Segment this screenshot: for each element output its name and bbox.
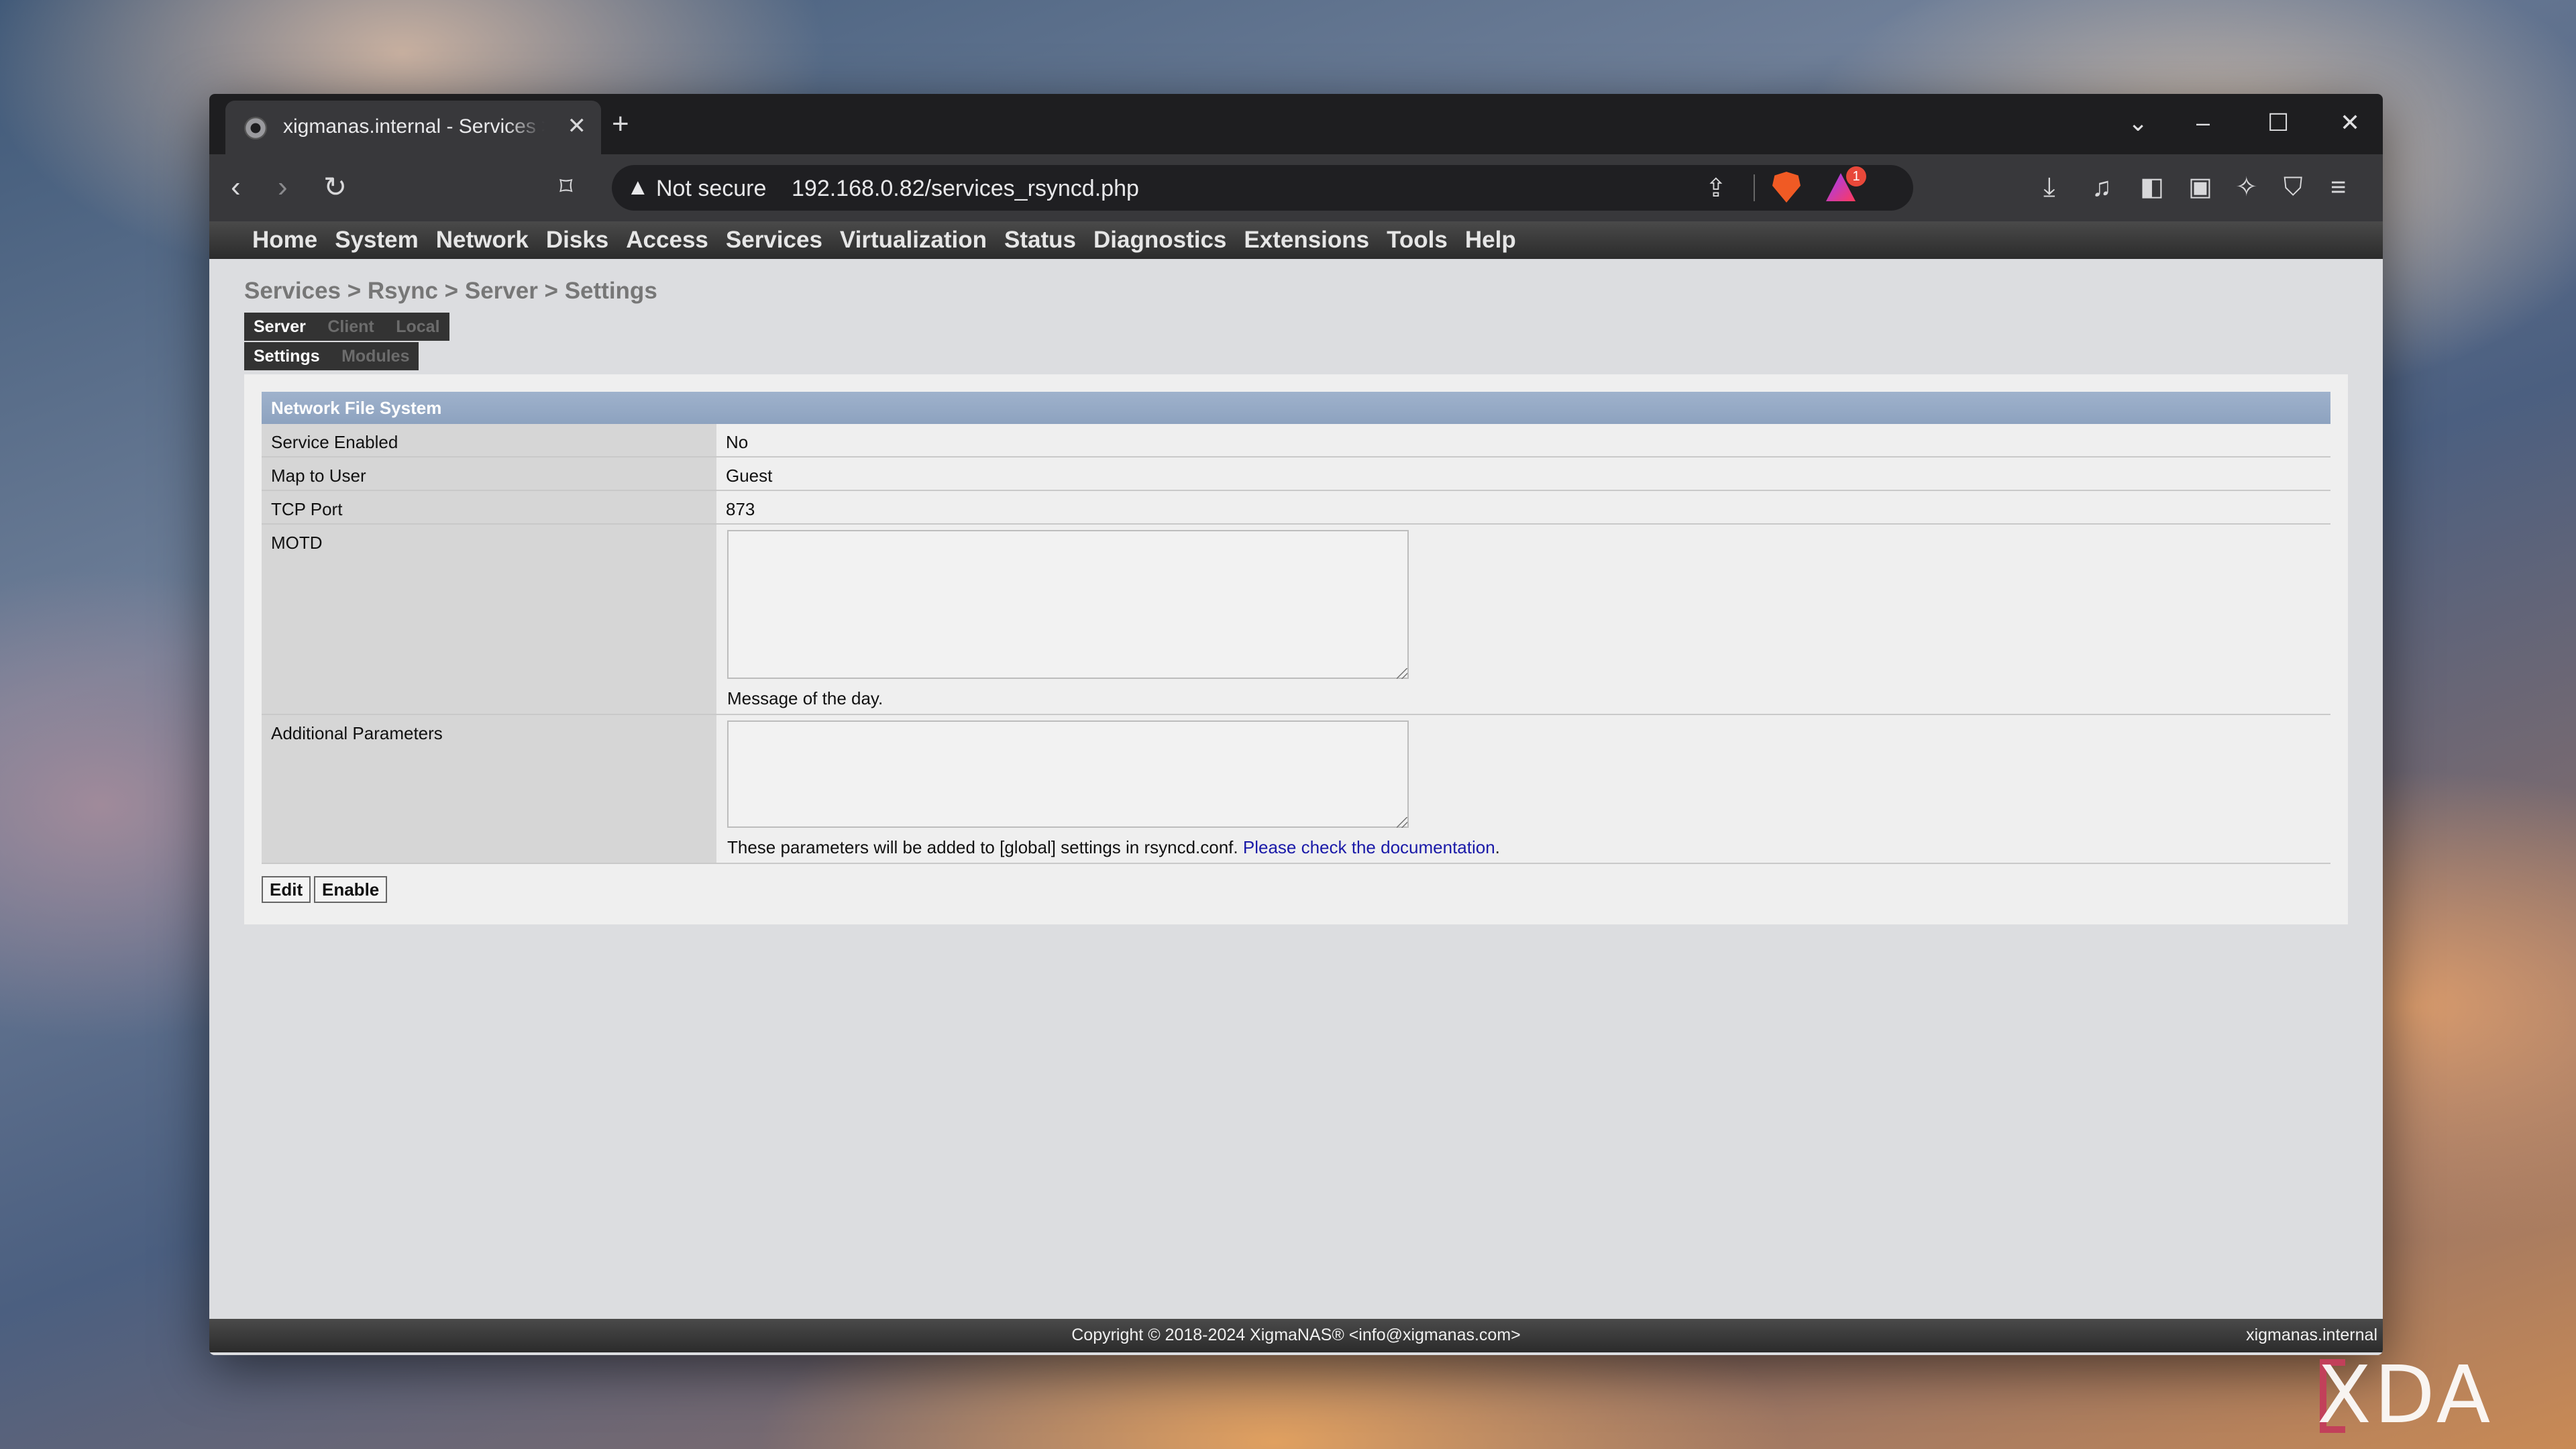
reload-icon[interactable]: ↻ [323, 168, 347, 207]
additional-parameters-label: Additional Parameters [271, 723, 443, 743]
xda-watermark: XDA [2317, 1348, 2493, 1441]
map-to-user-value: Guest [726, 466, 773, 486]
footer-copyright: Copyright © 2018-2024 XigmaNAS® <info@xi… [1071, 1326, 1521, 1344]
nav-status[interactable]: Status [1004, 221, 1076, 259]
settings-panel: Network File System Service Enabled No M… [244, 374, 2348, 924]
edit-button[interactable]: Edit [262, 876, 311, 903]
nav-extensions[interactable]: Extensions [1244, 221, 1369, 259]
browser-window: xigmanas.internal - Services > Rsync > S… [209, 94, 2383, 1355]
warning-icon: ▲ [627, 174, 649, 200]
tab-local[interactable]: Local [396, 313, 439, 341]
help-text-end: . [1495, 837, 1500, 857]
row-service-enabled: Service Enabled No [262, 424, 2330, 458]
resize-grip-icon[interactable] [1397, 817, 1407, 828]
bookmark-icon[interactable]: ⌑ [559, 168, 573, 207]
resize-grip-icon[interactable] [1397, 668, 1407, 679]
nav-network[interactable]: Network [436, 221, 529, 259]
nav-services[interactable]: Services [726, 221, 822, 259]
service-enabled-label: Service Enabled [271, 432, 398, 452]
close-window-icon[interactable]: ✕ [2340, 106, 2360, 140]
nav-access[interactable]: Access [626, 221, 708, 259]
row-label-cell: TCP Port [262, 491, 716, 523]
row-map-to-user: Map to User Guest [262, 458, 2330, 491]
address-bar[interactable]: ▲ Not secure 192.168.0.82/services_rsync… [612, 165, 1913, 211]
vpn-icon[interactable]: ⛉ [2284, 168, 2303, 207]
tcp-port-value: 873 [726, 499, 755, 519]
motd-label: MOTD [271, 533, 323, 553]
rewards-badge: 1 [1846, 166, 1866, 186]
top-nav: Home System Network Disks Access Service… [209, 221, 2383, 259]
url-separator [1754, 174, 1755, 201]
additional-parameters-textarea[interactable] [727, 720, 1409, 828]
map-to-user-label: Map to User [271, 466, 366, 486]
primary-tabs: Server Client Local [244, 313, 449, 341]
nav-system[interactable]: System [335, 221, 419, 259]
favicon-icon [244, 117, 267, 140]
nav-tools[interactable]: Tools [1387, 221, 1448, 259]
motd-textarea[interactable] [727, 530, 1409, 679]
browser-toolbar: ‹ › ↻ ⌑ ▲ Not secure 192.168.0.82/servic… [209, 154, 2383, 221]
brave-shields-icon[interactable] [1772, 172, 1801, 203]
leo-icon[interactable]: ✧ [2235, 168, 2258, 207]
nav-disks[interactable]: Disks [546, 221, 608, 259]
new-tab-icon[interactable]: + [612, 107, 629, 141]
nav-virtualization[interactable]: Virtualization [840, 221, 987, 259]
tab-close-icon[interactable]: ✕ [568, 113, 587, 140]
tab-search-icon[interactable]: ⌄ [2128, 106, 2148, 140]
wallet-icon[interactable]: ▣ [2188, 168, 2212, 207]
minimize-icon[interactable]: – [2196, 106, 2210, 140]
url-input[interactable]: 192.168.0.82/services_rsyncd.php [792, 176, 1139, 202]
footer-hostname: xigmanas.internal [2246, 1326, 2377, 1344]
service-enabled-value: No [726, 432, 749, 452]
row-label-cell: Additional Parameters [262, 715, 716, 863]
tab-modules[interactable]: Modules [341, 342, 409, 370]
forward-icon[interactable]: › [278, 168, 288, 207]
tab-title: xigmanas.internal - Services > Rsync > S… [283, 115, 545, 138]
browser-tab[interactable]: xigmanas.internal - Services > Rsync > S… [225, 101, 601, 154]
nav-diagnostics[interactable]: Diagnostics [1093, 221, 1226, 259]
tcp-port-label: TCP Port [271, 499, 343, 519]
download-icon[interactable]: ⤓ [2043, 168, 2055, 207]
sidebar-icon[interactable]: ◧ [2140, 168, 2164, 207]
tab-client[interactable]: Client [327, 313, 374, 341]
section-title: Network File System [262, 392, 2330, 424]
menu-icon[interactable]: ≡ [2330, 168, 2346, 207]
media-icon[interactable]: ♫ [2092, 168, 2112, 207]
nav-home[interactable]: Home [252, 221, 317, 259]
motd-help: Message of the day. [727, 688, 883, 708]
page-content: Home System Network Disks Access Service… [209, 221, 2383, 1355]
secondary-tabs: Settings Modules [244, 342, 419, 370]
tab-settings[interactable]: Settings [254, 342, 320, 370]
share-icon[interactable]: ⇪ [1705, 173, 1727, 203]
row-tcp-port: TCP Port 873 [262, 491, 2330, 525]
tab-strip: xigmanas.internal - Services > Rsync > S… [209, 94, 2383, 154]
help-text: These parameters will be added to [globa… [727, 837, 1238, 857]
row-label-cell: MOTD [262, 525, 716, 714]
tab-server[interactable]: Server [254, 313, 306, 341]
enable-button[interactable]: Enable [314, 876, 388, 903]
page-footer: Copyright © 2018-2024 XigmaNAS® <info@xi… [209, 1319, 2383, 1352]
nav-help[interactable]: Help [1465, 221, 1516, 259]
row-motd: MOTD Message of the day. [262, 525, 2330, 715]
additional-parameters-help: These parameters will be added to [globa… [727, 837, 1500, 858]
breadcrumb: Services > Rsync > Server > Settings [244, 278, 657, 304]
row-label-cell: Map to User [262, 458, 716, 490]
back-icon[interactable]: ‹ [231, 168, 241, 207]
row-additional-parameters: Additional Parameters These parameters w… [262, 715, 2330, 864]
documentation-link[interactable]: Please check the documentation [1243, 837, 1495, 857]
not-secure-label[interactable]: Not secure [656, 176, 766, 202]
row-label-cell: Service Enabled [262, 424, 716, 456]
maximize-icon[interactable]: ☐ [2267, 106, 2289, 140]
